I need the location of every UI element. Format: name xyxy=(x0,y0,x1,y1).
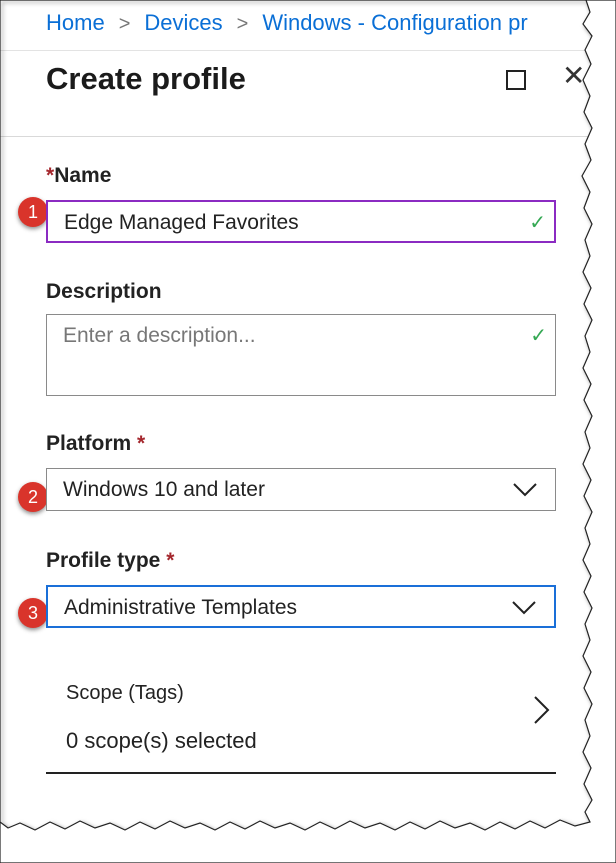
torn-edge-frame xyxy=(0,0,616,863)
